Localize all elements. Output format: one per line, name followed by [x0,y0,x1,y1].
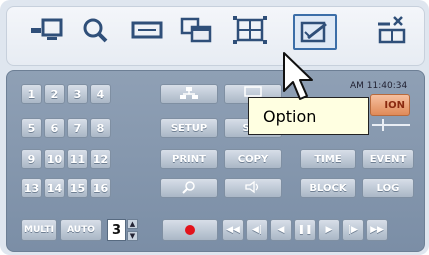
channel-button[interactable]: 13 [21,178,42,198]
event-button[interactable]: EVENT [362,149,414,169]
channel-button[interactable]: 7 [67,118,88,138]
print-button[interactable]: PRINT [160,149,218,169]
search-button[interactable] [160,178,218,198]
sequence-value[interactable]: 3 [107,219,126,241]
play-reverse-icon: ◀ [277,225,285,235]
fast-forward-button[interactable]: ▶▶ [366,219,388,241]
grid-icon[interactable] [230,14,270,46]
rewind-fast-icon: ◀◀ [226,225,240,235]
channel-button[interactable]: 9 [21,149,42,169]
rewind-fast-button[interactable]: ◀◀ [222,219,244,241]
search-icon[interactable] [79,14,111,46]
play-button[interactable]: ▶ [318,219,340,241]
channel-button[interactable]: 11 [67,149,88,169]
record-button[interactable] [162,219,218,241]
play-icon: ▶ [325,225,333,235]
clock-display: AM 11:40:34 [350,81,408,91]
option-icon[interactable] [293,14,337,50]
pause-button[interactable]: ❚❚ [294,219,316,241]
step-forward-button[interactable]: |▶ [342,219,364,241]
channel-button[interactable]: 4 [90,84,111,104]
log-button[interactable]: LOG [362,178,414,198]
time-button[interactable]: TIME [300,149,356,169]
magnifier-icon [181,180,197,197]
channel-button[interactable]: 8 [90,118,111,138]
block-button[interactable]: BLOCK [300,178,356,198]
slider-track[interactable] [372,124,410,126]
channel-button[interactable]: 6 [44,118,65,138]
channel-button[interactable]: 15 [67,178,88,198]
channel-button[interactable]: 3 [67,84,88,104]
multi-button[interactable]: MULTI [21,219,57,241]
step-back-icon: ◀| [252,225,262,235]
auto-button[interactable]: AUTO [60,219,102,241]
slider-thumb[interactable] [382,119,384,131]
speaker-icon [244,180,262,197]
network-icon [179,86,199,103]
channel-button[interactable]: 5 [21,118,42,138]
setup-button[interactable]: SETUP [160,118,218,138]
channel-button[interactable]: 2 [44,84,65,104]
keyboard-icon[interactable] [129,14,165,46]
fast-forward-icon: ▶▶ [370,225,384,235]
step-forward-icon: |▶ [348,225,358,235]
play-reverse-button[interactable]: ◀ [270,219,292,241]
copy-button[interactable]: COPY [224,149,282,169]
channel-button[interactable]: 16 [90,178,111,198]
mouse-cursor-icon [282,51,316,109]
spin-up-button[interactable]: ▲ [127,219,138,229]
pause-icon: ❚❚ [297,225,313,235]
audio-button[interactable] [224,178,282,198]
channel-button[interactable]: 14 [44,178,65,198]
monitor-icon[interactable] [27,14,71,46]
on-button[interactable]: ION [370,94,410,116]
network-button[interactable] [160,84,218,104]
record-dot-icon [185,225,195,235]
spin-down-button[interactable]: ▼ [127,231,138,241]
windows-icon[interactable] [177,14,217,46]
step-back-button[interactable]: ◀| [246,219,268,241]
channel-button[interactable]: 10 [44,149,65,169]
channel-button[interactable]: 12 [90,149,111,169]
minimize-close-icon[interactable] [373,14,409,46]
channel-button[interactable]: 1 [21,84,42,104]
